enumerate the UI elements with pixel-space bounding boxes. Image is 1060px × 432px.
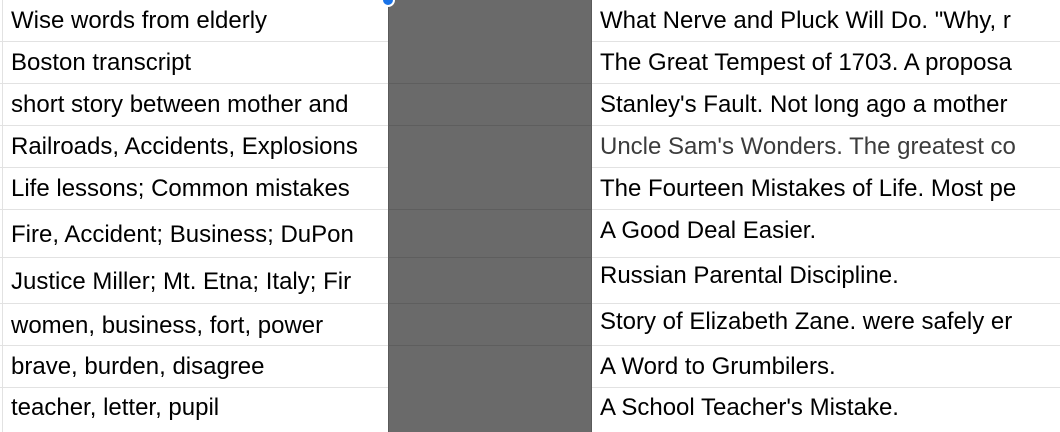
cell-a10[interactable]: teacher, letter, pupil [2,388,390,432]
cell-c10[interactable]: A School Teacher's Mistake. [591,388,1060,432]
cell-c1[interactable]: What Nerve and Pluck Will Do. "Why, r [591,0,1060,41]
cell-c8[interactable]: Story of Elizabeth Zane. were safely er [591,304,1060,345]
row-separator [388,257,592,258]
row-separator [388,303,592,304]
cell-c6[interactable]: A Good Deal Easier. [591,210,1060,257]
row-separator [388,83,592,84]
cell-a9[interactable]: brave, burden, disagree [2,346,390,387]
cell-c4[interactable]: Uncle Sam's Wonders. The greatest co [591,126,1060,167]
cell-c9[interactable]: A Word to Grumbilers. [591,346,1060,387]
row-separator [388,125,592,126]
cell-c5[interactable]: The Fourteen Mistakes of Life. Most pe [591,168,1060,209]
cell-a7[interactable]: Justice Miller; Mt. Etna; Italy; Fir [2,258,390,303]
cell-a6[interactable]: Fire, Accident; Business; DuPon [2,210,390,257]
cell-a5[interactable]: Life lessons; Common mistakes [2,168,390,209]
cell-c7[interactable]: Russian Parental Discipline. [591,258,1060,303]
row-separator [388,209,592,210]
cell-c2[interactable]: The Great Tempest of 1703. A proposa [591,42,1060,83]
row-separator [388,345,592,346]
cell-a8[interactable]: women, business, fort, power [2,304,390,345]
cell-c3[interactable]: Stanley's Fault. Not long ago a mother [591,84,1060,125]
cell-a2[interactable]: Boston transcript [2,42,390,83]
spreadsheet-grid: Wise words from elderly What Nerve and P… [0,0,1060,432]
cell-a3[interactable]: short story between mother and [2,84,390,125]
cell-a4[interactable]: Railroads, Accidents, Explosions [2,126,390,167]
redacted-column-overlay [388,0,592,432]
cell-a1[interactable]: Wise words from elderly [2,0,390,41]
